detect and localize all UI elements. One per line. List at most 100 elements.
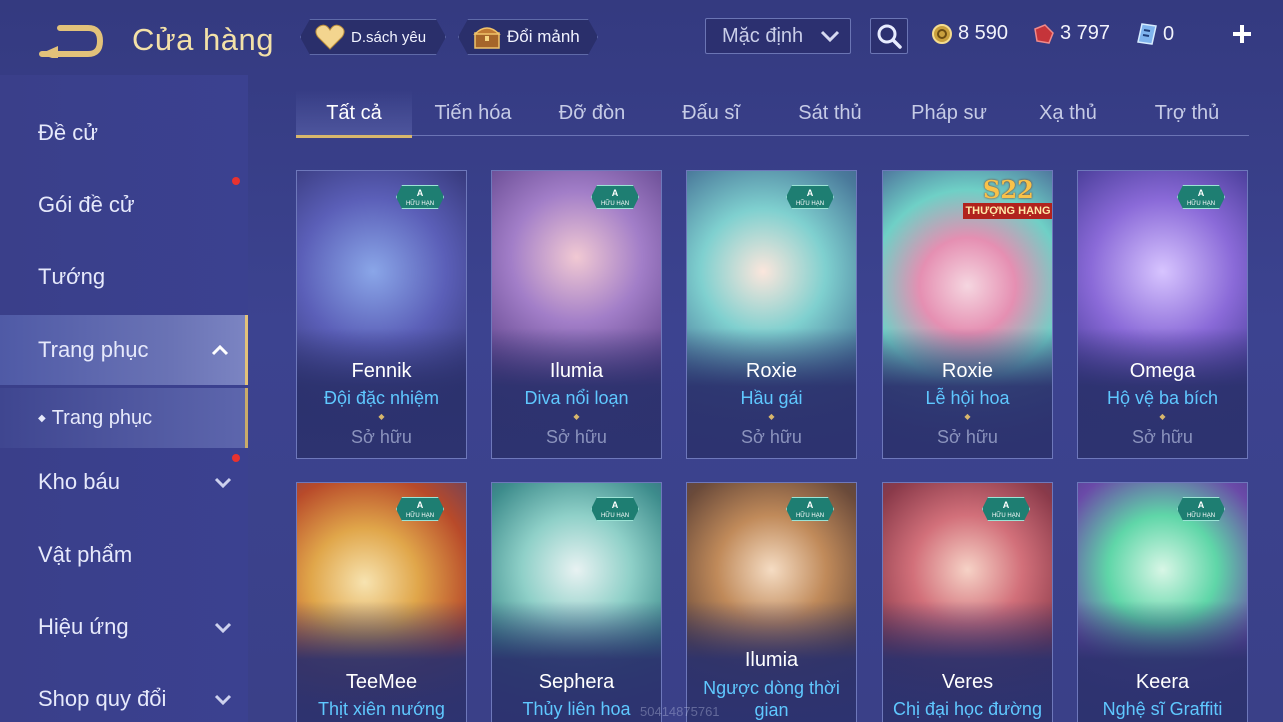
skin-name: Nghệ sĩ Graffiti: [1102, 699, 1223, 719]
owned-status: Sở hữu: [1132, 427, 1193, 447]
sidebar-item-recommended-packs[interactable]: Gói đề cử: [0, 175, 248, 235]
plus-icon: [1233, 25, 1251, 43]
tab-all[interactable]: Tất cả: [296, 90, 412, 138]
sidebar-item-skins[interactable]: Trang phục: [0, 315, 248, 385]
hero-name: Fennik: [351, 360, 412, 382]
heart-icon: [315, 24, 345, 50]
tab-support[interactable]: Trợ thủ: [1129, 90, 1245, 136]
skin-name: Đội đặc nhiệm: [323, 388, 440, 408]
sidebar-item-label: Shop quy đổi: [38, 686, 167, 711]
skin-card[interactable]: S22 THƯỢNG HẠNG Roxie Lễ hội hoa ◆ Sở hữ…: [882, 170, 1053, 459]
skin-name: Chị đại học đường: [893, 699, 1042, 719]
chevron-up-icon: [211, 344, 229, 356]
hero-name: Sephera: [538, 671, 615, 693]
treasure-chest-icon: [473, 24, 501, 50]
sidebar-item-exchange-shop[interactable]: Shop quy đổi: [0, 669, 248, 722]
limited-badge: A HỮU HẠN: [982, 497, 1030, 521]
skin-card[interactable]: A HỮU HẠN Fennik Đội đặc nhiệm ◆ Sở hữu: [296, 170, 467, 459]
sort-dropdown[interactable]: Mặc định: [705, 18, 851, 54]
diamond-divider-icon: ◆: [964, 412, 971, 421]
skin-name: Hầu gái: [740, 388, 803, 408]
skin-name: Lễ hội hoa: [925, 388, 1010, 408]
limited-badge: A HỮU HẠN: [396, 497, 444, 521]
gold-coin-icon: [932, 23, 952, 44]
sidebar-item-recommended[interactable]: Đề cử: [0, 103, 248, 163]
skin-card[interactable]: A HỮU HẠN Ilumia Diva nổi loạn ◆ Sở hữu: [491, 170, 662, 459]
sidebar-item-label: Trang phục: [38, 337, 149, 362]
skin-card[interactable]: A HỮU HẠN Ilumia Ngược dòng thời gian: [686, 482, 857, 722]
limited-badge: A HỮU HẠN: [786, 185, 834, 209]
sidebar-item-treasure[interactable]: Kho báu: [0, 452, 248, 512]
back-arrow-icon: [39, 25, 104, 60]
hero-name: Ilumia: [744, 649, 799, 671]
favorites-button[interactable]: D.sách yêu: [300, 19, 446, 55]
top-bar: Cửa hàng D.sách yêu Đổi mảnh Mặc định 8: [0, 0, 1283, 75]
skin-card[interactable]: A HỮU HẠN Keera Nghệ sĩ Graffiti: [1077, 482, 1248, 722]
sidebar-subitem-skins[interactable]: ◆ Trang phục: [0, 388, 248, 448]
role-filter-tabs: Tất cả Tiến hóa Đỡ đòn Đấu sĩ Sát thủ Ph…: [296, 90, 1249, 138]
tab-tank[interactable]: Đỡ đòn: [534, 90, 650, 136]
sidebar: Đề cử Gói đề cử Tướng Trang phục ◆ Trang…: [0, 75, 252, 722]
owned-status: Sở hữu: [546, 427, 607, 447]
voucher-amount: 3 797: [1060, 22, 1111, 44]
season-label: S22: [983, 175, 1034, 204]
hero-name: Roxie: [745, 360, 798, 382]
gold-balance: 8 590: [931, 22, 1008, 45]
sidebar-item-label: Kho báu: [38, 469, 120, 494]
sidebar-item-label: Tướng: [38, 264, 106, 289]
search-button[interactable]: [870, 18, 908, 54]
limited-badge: A HỮU HẠN: [591, 497, 639, 521]
tab-mage[interactable]: Pháp sư: [891, 90, 1007, 136]
hero-name: Ilumia: [549, 360, 604, 382]
watermark-text: 50414875761: [640, 704, 720, 719]
sidebar-item-label: Gói đề cử: [38, 192, 135, 217]
chevron-down-icon: [214, 694, 232, 705]
owned-status: Sở hữu: [351, 427, 412, 447]
limited-badge: A HỮU HẠN: [786, 497, 834, 521]
hero-name: Roxie: [941, 360, 994, 382]
fragment-exchange-button[interactable]: Đổi mảnh: [458, 19, 598, 55]
chevron-down-icon: [214, 622, 232, 633]
voucher-gem-icon: [1034, 23, 1054, 44]
sidebar-item-label: Trang phục: [51, 406, 153, 429]
tab-evolution[interactable]: Tiến hóa: [415, 90, 531, 136]
sidebar-item-heroes[interactable]: Tướng: [0, 247, 248, 307]
owned-status: Sở hữu: [937, 427, 998, 447]
skin-name: Hộ vệ ba bích: [1106, 388, 1219, 408]
page-title: Cửa hàng: [132, 22, 274, 57]
sidebar-item-items[interactable]: Vật phẩm: [0, 525, 248, 585]
skin-card[interactable]: A HỮU HẠN Sephera Thủy liên hoa: [491, 482, 662, 722]
tab-fighter[interactable]: Đấu sĩ: [653, 90, 769, 136]
skin-name: Diva nổi loạn: [524, 388, 629, 408]
sidebar-item-label: Vật phẩm: [38, 542, 133, 567]
add-currency-button[interactable]: [1231, 18, 1253, 50]
tab-assassin[interactable]: Sát thủ: [772, 90, 888, 136]
back-button[interactable]: [38, 24, 104, 60]
diamond-divider-icon: ◆: [573, 412, 580, 421]
chevron-down-icon: [214, 477, 232, 488]
limited-badge: A HỮU HẠN: [1177, 185, 1225, 209]
favorites-label: D.sách yêu: [351, 28, 427, 46]
skin-card[interactable]: A HỮU HẠN Omega Hộ vệ ba bích ◆ Sở hữu: [1077, 170, 1248, 459]
hero-name: Omega: [1129, 360, 1196, 382]
sidebar-item-effects[interactable]: Hiệu ứng: [0, 597, 248, 657]
diamond-bullet-icon: ◆: [38, 412, 46, 424]
limited-badge: A HỮU HẠN: [1177, 497, 1225, 521]
skin-card[interactable]: A HỮU HẠN Roxie Hầu gái ◆ Sở hữu: [686, 170, 857, 459]
quan-huy-balance: 0: [1136, 22, 1174, 46]
skin-card[interactable]: A HỮU HẠN TeeMee Thịt xiên nướng: [296, 482, 467, 722]
diamond-divider-icon: ◆: [1159, 412, 1166, 421]
diamond-divider-icon: ◆: [378, 412, 385, 421]
sidebar-item-label: Đề cử: [38, 120, 98, 145]
fragment-label: Đổi mảnh: [507, 27, 580, 46]
notification-dot: [232, 454, 240, 462]
voucher-balance: 3 797: [1031, 22, 1110, 45]
limited-badge: A HỮU HẠN: [396, 185, 444, 209]
diamond-divider-icon: ◆: [768, 412, 775, 421]
skin-card[interactable]: A HỮU HẠN Veres Chị đại học đường: [882, 482, 1053, 722]
notification-dot: [232, 177, 240, 185]
rank-label: THƯỢNG HẠNG: [963, 203, 1052, 219]
quan-huy-amount: 0: [1163, 22, 1175, 45]
tab-marksman[interactable]: Xạ thủ: [1010, 90, 1126, 136]
limited-badge: A HỮU HẠN: [591, 185, 639, 209]
